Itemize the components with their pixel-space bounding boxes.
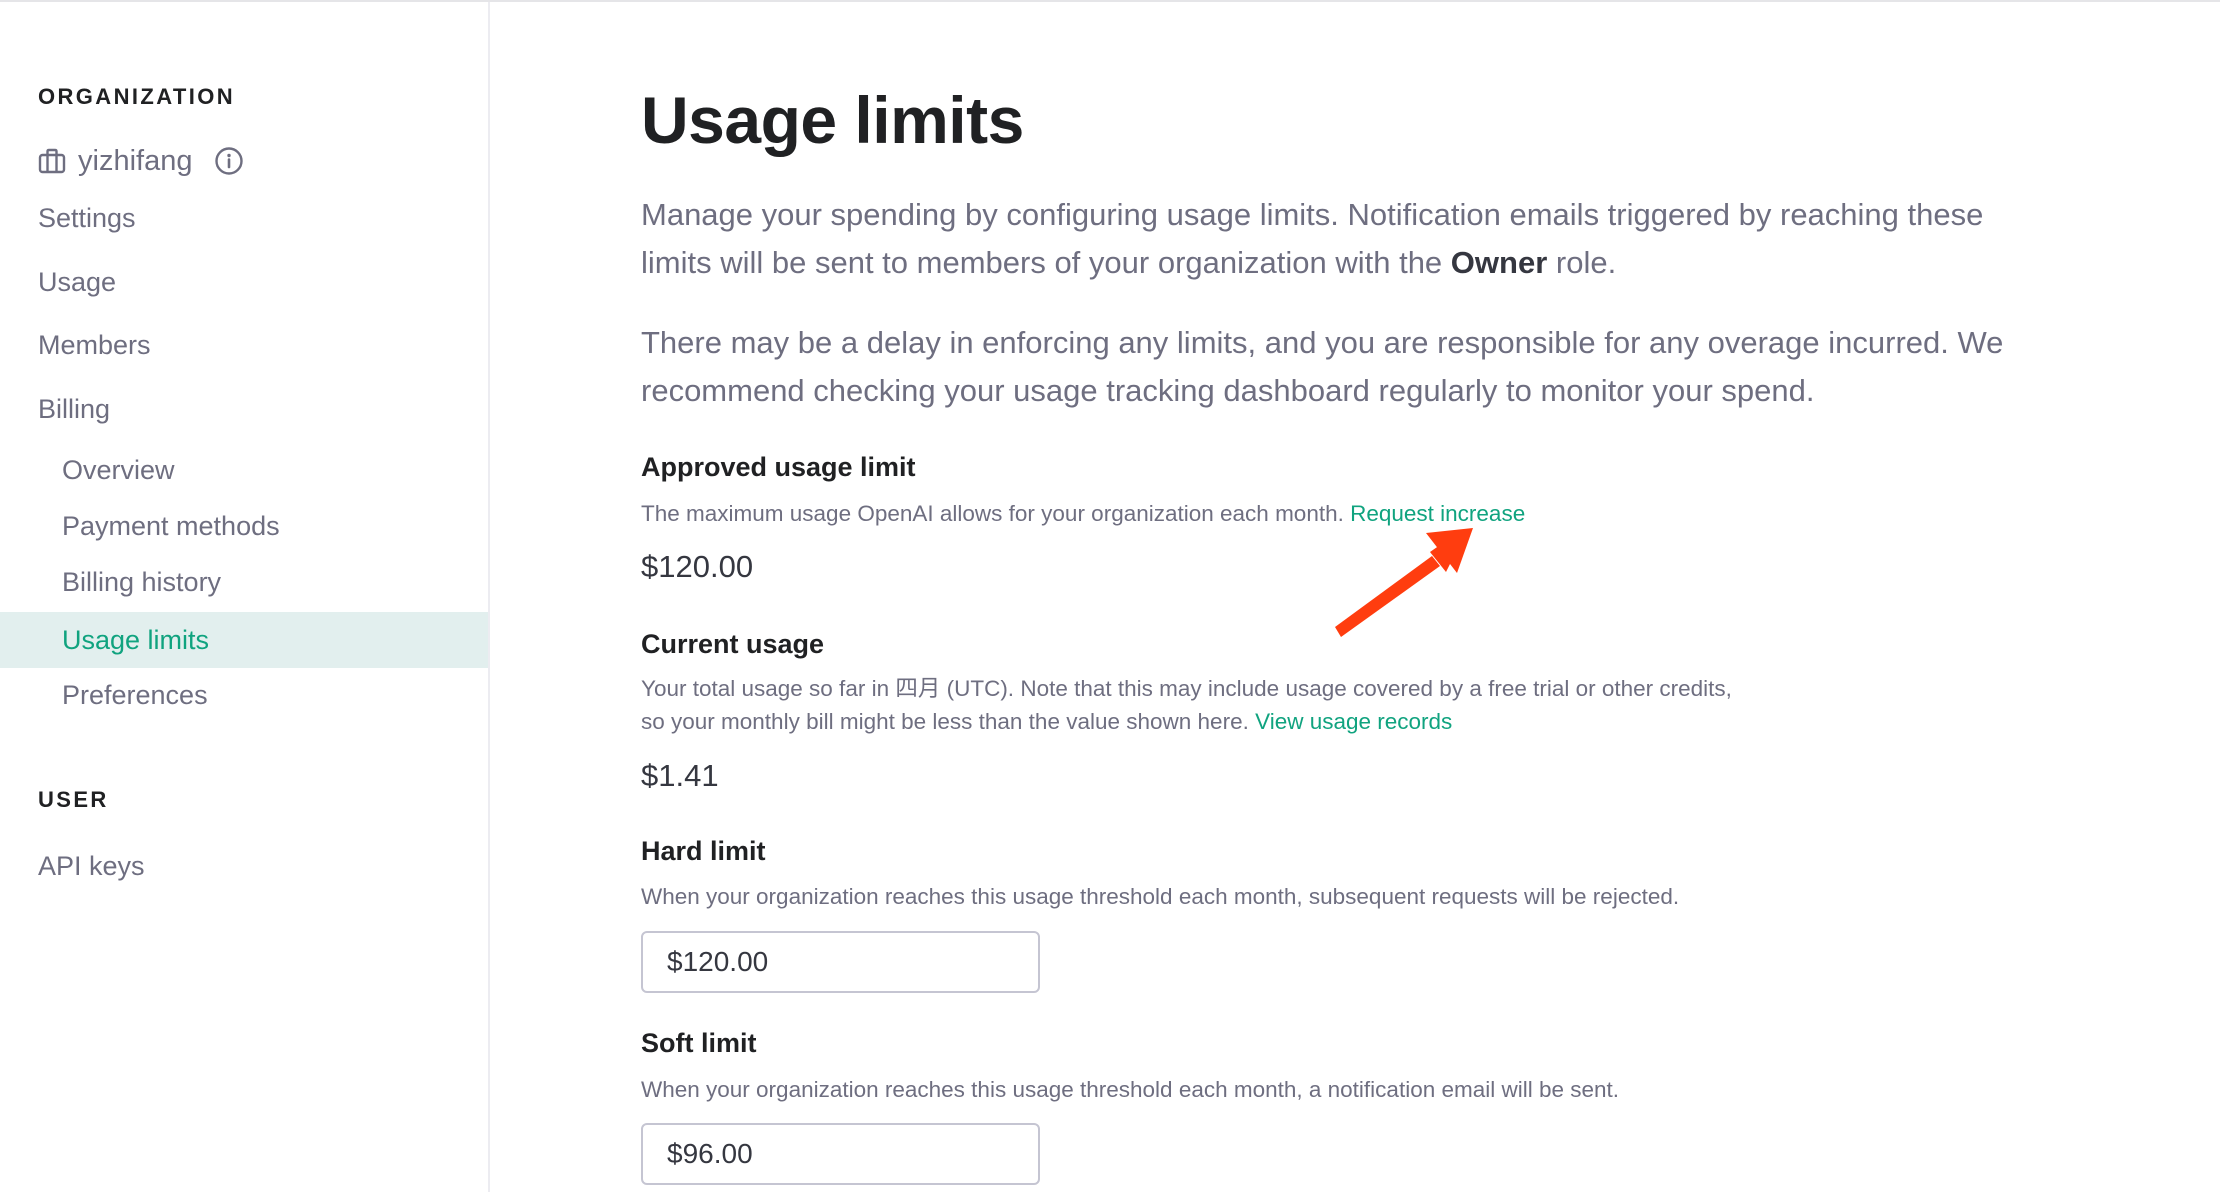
briefcase-icon [38,148,66,174]
hard-limit-title: Hard limit [641,836,766,866]
sidebar-item-usage-limits[interactable]: Usage limits [0,612,488,668]
description-line: Your total usage so far in 四月 (UTC). Not… [641,676,1732,701]
hard-limit-input[interactable] [641,931,1040,993]
sidebar-item-label: Usage limits [62,624,210,655]
current-usage-value: $1.41 [641,758,719,793]
sidebar-item-api-keys[interactable]: API keys [0,838,488,894]
description-text: The maximum usage OpenAI allows for your… [641,501,1351,526]
organization-heading: ORGANIZATION [38,84,236,109]
sidebar-item-payment-methods[interactable]: Payment methods [0,498,488,554]
view-usage-records-link[interactable]: View usage records [1255,709,1452,734]
soft-limit-description: When your organization reaches this usag… [641,1077,1620,1102]
sidebar-item-label: Preferences [62,679,208,710]
sidebar-item-preferences[interactable]: Preferences [0,667,488,723]
sidebar-item-label: Payment methods [62,510,280,541]
intro-line: recommend checking your usage tracking d… [641,373,1815,408]
intro-line: limits will be sent to members of your o… [641,239,1983,287]
soft-limit-title: Soft limit [641,1028,757,1058]
arrow-shaft [1335,556,1440,637]
approved-limit-value: $120.00 [641,549,754,584]
intro-line: There may be a delay in enforcing any li… [641,325,2004,360]
soft-limit-input[interactable] [641,1123,1040,1185]
user-heading: USER [38,787,109,812]
page-title: Usage limits [641,83,1024,157]
sidebar-item-settings[interactable]: Settings [0,190,488,246]
intro-text: limits will be sent to members of your o… [641,245,1451,280]
hard-limit-description: When your organization reaches this usag… [641,884,1680,909]
info-icon[interactable] [214,146,244,176]
current-usage-title: Current usage [641,629,825,659]
approved-limit-title: Approved usage limit [641,452,916,482]
organization-selector[interactable]: yizhifang [38,143,244,179]
owner-role: Owner [1450,245,1548,280]
sidebar-item-label: Billing history [62,566,222,597]
description-line: so your monthly bill might be less than … [641,705,1732,738]
intro-line: Manage your spending by configuring usag… [641,197,1984,232]
sidebar-item-label: API keys [38,850,145,881]
intro-paragraph-1: Manage your spending by configuring usag… [641,191,1983,287]
sidebar-item-label: Overview [62,454,175,485]
request-increase-link[interactable]: Request increase [1350,501,1525,526]
sidebar-item-usage[interactable]: Usage [0,254,488,310]
intro-text: role. [1547,245,1617,280]
arrow-neck [1430,545,1452,572]
sidebar-item-label: Usage [38,266,117,297]
approved-limit-description: The maximum usage OpenAI allows for your… [641,497,1525,530]
arrow-head [1426,528,1473,573]
sidebar-item-label: Settings [38,202,136,233]
intro-paragraph-2: There may be a delay in enforcing any li… [641,319,2003,415]
sidebar-item-overview[interactable]: Overview [0,442,488,498]
sidebar-item-billing[interactable]: Billing [0,381,488,437]
sidebar: ORGANIZATION yizhifang Settings Usage Me… [0,2,490,1192]
description-text: so your monthly bill might be less than … [641,709,1256,734]
current-usage-description: Your total usage so far in 四月 (UTC). Not… [641,672,1732,738]
sidebar-item-label: Billing [38,393,111,424]
organization-name: yizhifang [78,145,193,177]
sidebar-item-members[interactable]: Members [0,317,488,373]
sidebar-item-label: Members [38,329,151,360]
sidebar-item-billing-history[interactable]: Billing history [0,554,488,610]
